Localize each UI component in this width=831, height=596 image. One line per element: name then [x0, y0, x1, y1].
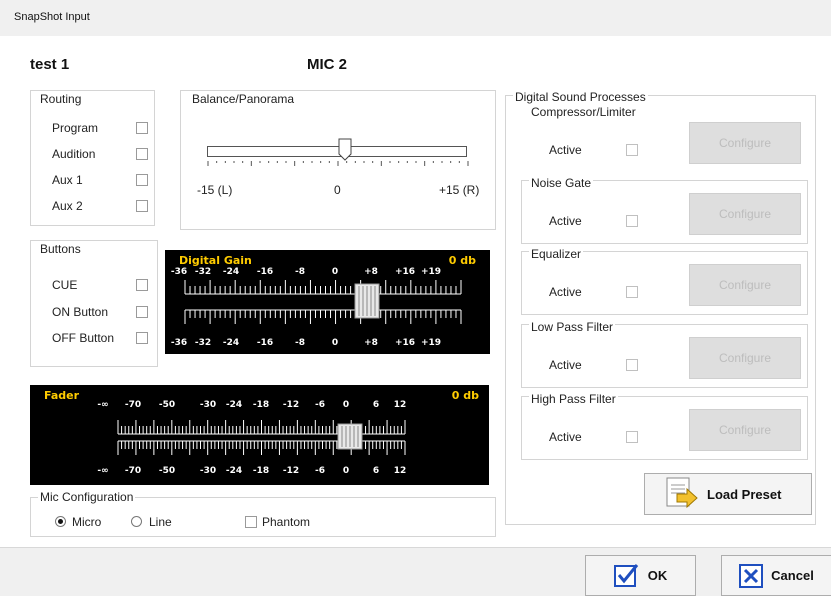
balance-left-label: -15 (L): [197, 183, 233, 197]
meter-thumb[interactable]: [354, 283, 380, 319]
line-radio[interactable]: [131, 516, 142, 527]
dsp-process-name: Noise Gate: [529, 176, 594, 190]
dsp-process-name: Low Pass Filter: [529, 320, 616, 334]
dsp-process-name: Compressor/Limiter: [529, 105, 638, 119]
dsp-configure-button[interactable]: Configure: [689, 409, 801, 451]
dsp-active-label: Active: [549, 214, 582, 228]
dsp-configure-button[interactable]: Configure: [689, 193, 801, 235]
meter-thumb[interactable]: [337, 423, 363, 450]
button-item-label: ON Button: [52, 305, 109, 319]
dsp-active-checkbox[interactable]: [626, 144, 638, 156]
buttons-label: Buttons: [38, 242, 83, 256]
routing-item-label: Aux 1: [52, 173, 83, 187]
button-item-label: CUE: [52, 278, 78, 292]
line-radio-label: Line: [149, 515, 172, 529]
routing-item-checkbox[interactable]: [136, 200, 148, 212]
dsp-active-label: Active: [549, 358, 582, 372]
dsp-configure-button[interactable]: Configure: [689, 122, 801, 164]
dsp-process-name: Equalizer: [529, 247, 584, 261]
button-item-checkbox[interactable]: [136, 332, 148, 344]
routing-item-label: Aux 2: [52, 199, 83, 213]
digital-gain-scale: [184, 280, 462, 324]
dsp-label: Digital Sound Processes: [513, 90, 648, 104]
dsp-configure-button[interactable]: Configure: [689, 264, 801, 306]
fader-meter[interactable]: Fader 0 db -∞ -70 -50 -30 -24 -18 -12 -6 0 6 12 -∞…: [30, 385, 489, 485]
dsp-configure-button[interactable]: Configure: [689, 337, 801, 379]
button-item-label: OFF Button: [52, 331, 115, 345]
mic-name: MIC 2: [307, 56, 348, 73]
cancel-x-icon: [739, 563, 764, 588]
load-preset-icon: [666, 477, 698, 509]
button-item-checkbox[interactable]: [136, 279, 148, 291]
dsp-active-checkbox[interactable]: [626, 215, 638, 227]
window-title: SnapShot Input: [14, 11, 90, 23]
ok-button[interactable]: OK: [585, 555, 696, 596]
dsp-active-label: Active: [549, 143, 582, 157]
routing-item-checkbox[interactable]: [136, 174, 148, 186]
dsp-active-label: Active: [549, 285, 582, 299]
micro-radio[interactable]: [55, 516, 66, 527]
balance-slider-thumb[interactable]: [338, 138, 352, 162]
balance-label: Balance/Panorama: [190, 92, 297, 106]
digital-gain-meter[interactable]: Digital Gain 0 db -36 -32 -24 -16 -8 0 +8 +16 +1…: [165, 250, 490, 354]
ok-label: OK: [647, 568, 668, 583]
fader-scale: [117, 420, 406, 455]
dsp-active-checkbox[interactable]: [626, 431, 638, 443]
mic-config-label: Mic Configuration: [38, 490, 136, 504]
routing-item-label: Program: [52, 121, 99, 135]
buttons-group: [30, 240, 158, 367]
routing-item-checkbox[interactable]: [136, 148, 148, 160]
routing-item-label: Audition: [52, 147, 96, 161]
routing-label: Routing: [38, 92, 84, 106]
balance-slider-track[interactable]: [207, 146, 467, 157]
dsp-process-name: High Pass Filter: [529, 392, 618, 406]
balance-center-label: 0: [334, 183, 341, 197]
ok-check-icon: [613, 563, 638, 587]
balance-right-label: +15 (R): [439, 183, 480, 197]
dsp-active-label: Active: [549, 430, 582, 444]
phantom-label: Phantom: [262, 515, 311, 529]
cancel-button[interactable]: Cancel: [721, 555, 831, 596]
routing-item-checkbox[interactable]: [136, 122, 148, 134]
micro-radio-label: Micro: [72, 515, 102, 529]
title-bar: SnapShot Input: [0, 0, 831, 36]
button-item-checkbox[interactable]: [136, 306, 148, 318]
cancel-label: Cancel: [771, 568, 814, 583]
load-preset-button[interactable]: Load Preset: [644, 473, 812, 515]
dialog-footer: [0, 547, 831, 596]
dsp-active-checkbox[interactable]: [626, 359, 638, 371]
load-preset-label: Load Preset: [707, 486, 782, 502]
phantom-checkbox[interactable]: [245, 516, 257, 528]
snapshot-name: test 1: [30, 56, 70, 73]
dsp-active-checkbox[interactable]: [626, 286, 638, 298]
